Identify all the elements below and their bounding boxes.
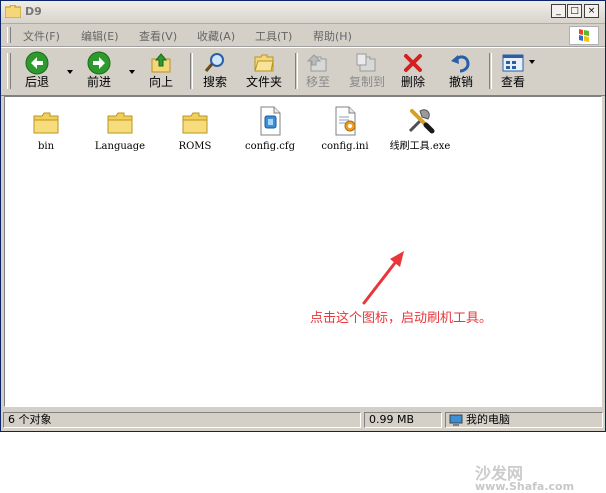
menu-edit[interactable]: 编辑(E) — [81, 28, 119, 44]
file-item[interactable]: config.cfg — [231, 105, 309, 153]
file-list-pane[interactable]: bin Language ROMS config.cfg config.ini … — [4, 96, 602, 493]
menu-help[interactable]: 帮助(H) — [313, 28, 352, 44]
annotation-text: 点击这个图标，启动刷机工具。 — [310, 311, 493, 326]
window-title: D9 — [25, 5, 42, 18]
up-button[interactable]: 向上 — [139, 51, 183, 93]
cfg-file-icon — [260, 106, 281, 136]
status-size: 0.99 MB — [364, 412, 442, 428]
folders-icon — [254, 54, 274, 72]
forward-arrow-icon — [87, 51, 111, 75]
status-bar: 6 个对象 0.99 MB 我的电脑 — [1, 409, 605, 431]
menu-grip[interactable] — [7, 27, 11, 43]
delete-button[interactable]: 删除 — [397, 51, 429, 93]
forward-dropdown-icon[interactable] — [129, 70, 135, 74]
file-item[interactable]: 线刷工具.exe — [381, 105, 459, 153]
view-label: 查看 — [500, 75, 525, 89]
folder-icon — [33, 112, 59, 134]
title-bar[interactable]: D9 _ □ × — [1, 1, 605, 24]
menu-file[interactable]: 文件(F) — [23, 28, 60, 44]
toolbar-separator — [190, 53, 193, 89]
move-to-button[interactable]: 移至 — [299, 51, 337, 93]
close-button[interactable]: × — [584, 4, 599, 18]
file-name: 线刷工具.exe — [389, 141, 451, 152]
file-name: config.cfg — [244, 141, 295, 152]
search-label: 搜索 — [202, 75, 227, 89]
folder-icon — [5, 5, 21, 18]
view-dropdown-icon[interactable] — [529, 60, 535, 64]
status-location-text: 我的电脑 — [466, 413, 510, 426]
folder-icon — [107, 112, 133, 134]
delete-label: 删除 — [400, 75, 425, 89]
file-item[interactable]: bin — [7, 109, 85, 153]
view-grid-icon — [502, 54, 524, 72]
undo-label: 撤销 — [448, 75, 473, 89]
toolbar: 后退 前进 向上 搜索 文件夹 移至 复制到 删除 撤销 查看 — [1, 47, 605, 96]
copy-to-button[interactable]: 复制到 — [341, 51, 393, 93]
menu-favorites[interactable]: 收藏(A) — [197, 28, 235, 44]
file-name: bin — [37, 141, 55, 152]
folders-button[interactable]: 文件夹 — [239, 51, 289, 93]
file-name: ROMS — [178, 141, 212, 152]
explorer-window: D9 _ □ × 文件(F) 编辑(E) 查看(V) 收藏(A) 工具(T) 帮… — [0, 0, 606, 493]
file-item[interactable]: config.ini — [306, 105, 384, 153]
toolbar-grip[interactable] — [7, 53, 11, 89]
menu-bar: 文件(F) 编辑(E) 查看(V) 收藏(A) 工具(T) 帮助(H) — [1, 24, 605, 47]
maximize-button[interactable]: □ — [567, 4, 582, 18]
back-arrow-icon — [25, 51, 49, 75]
toolbar-separator — [489, 53, 492, 89]
status-location: 我的电脑 — [445, 412, 603, 428]
file-name: config.ini — [321, 141, 369, 152]
menu-tools[interactable]: 工具(T) — [255, 28, 292, 44]
file-item[interactable]: Language — [81, 109, 159, 153]
folder-icon — [182, 112, 208, 134]
folder-up-icon — [151, 53, 171, 73]
back-dropdown-icon[interactable] — [67, 70, 73, 74]
flash-tool-icon — [408, 109, 435, 134]
file-item[interactable]: ROMS — [156, 109, 234, 153]
undo-icon — [451, 55, 470, 73]
back-label: 后退 — [24, 75, 49, 89]
menu-view[interactable]: 查看(V) — [139, 28, 177, 44]
search-icon — [204, 53, 224, 72]
move-to-label: 移至 — [305, 75, 330, 89]
copy-to-icon — [356, 53, 376, 72]
forward-button[interactable]: 前进 — [77, 51, 121, 93]
search-button[interactable]: 搜索 — [197, 51, 233, 93]
forward-label: 前进 — [86, 75, 111, 89]
ini-file-icon — [335, 106, 356, 136]
status-object-count: 6 个对象 — [3, 412, 361, 428]
file-name: Language — [94, 141, 146, 152]
my-computer-icon — [449, 414, 463, 426]
undo-button[interactable]: 撤销 — [443, 51, 479, 93]
folders-label: 文件夹 — [245, 75, 282, 89]
delete-icon — [404, 54, 422, 72]
annotation-arrow — [362, 251, 404, 305]
minimize-button[interactable]: _ — [551, 4, 566, 18]
back-button[interactable]: 后退 — [15, 51, 59, 93]
toolbar-separator — [295, 53, 298, 89]
copy-to-label: 复制到 — [348, 75, 385, 89]
windows-logo-icon — [569, 26, 599, 45]
watermark-url: www.Shafa.com — [475, 480, 575, 493]
view-button[interactable]: 查看 — [495, 51, 531, 93]
up-label: 向上 — [148, 75, 173, 89]
move-to-icon — [306, 54, 327, 72]
